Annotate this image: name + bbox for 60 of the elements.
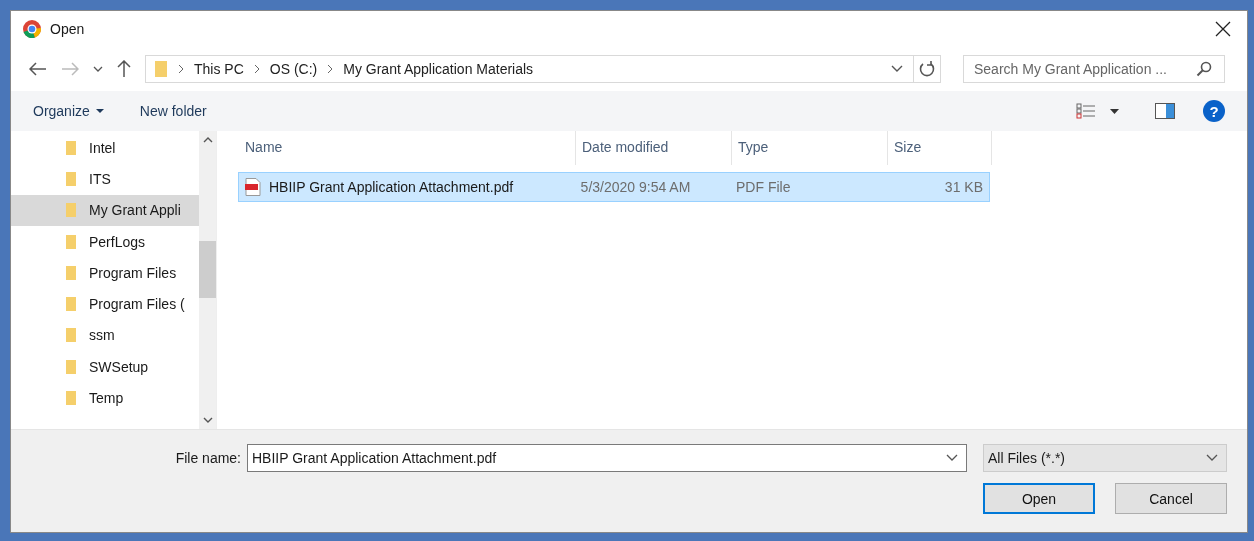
- folder-icon: [65, 296, 77, 313]
- folder-icon: [65, 170, 77, 187]
- chevron-down-icon[interactable]: [946, 454, 958, 462]
- file-name-field[interactable]: HBIIP Grant Application Attachment.pdf: [247, 444, 967, 472]
- folder-tree-item[interactable]: PerfLogs: [11, 225, 199, 258]
- address-bar[interactable]: This PC OS (C:) My Grant Application Materials: [145, 55, 941, 83]
- scroll-up-icon[interactable]: [202, 137, 213, 143]
- column-header[interactable]: Name: [239, 131, 576, 165]
- scroll-down-icon[interactable]: [202, 417, 213, 423]
- open-button[interactable]: Open: [983, 483, 1095, 514]
- scrollbar[interactable]: [199, 131, 216, 429]
- chevron-right-icon: [253, 64, 260, 74]
- dropdown-caret-icon: [95, 109, 104, 113]
- folder-icon: [65, 202, 77, 219]
- chevron-down-icon[interactable]: [1206, 454, 1218, 462]
- chevron-right-icon: [327, 64, 334, 74]
- folder-icon: [65, 139, 77, 156]
- close-icon[interactable]: [1215, 21, 1231, 37]
- help-button[interactable]: ?: [1203, 100, 1225, 122]
- view-list-icon[interactable]: [1076, 103, 1096, 119]
- browser-logo-icon: [22, 19, 42, 39]
- search-icon: [1196, 61, 1212, 77]
- folder-tree-item[interactable]: Program Files (: [11, 288, 199, 320]
- folder-tree-item[interactable]: ITS: [11, 163, 199, 195]
- chevron-down-icon[interactable]: [891, 65, 903, 73]
- column-header[interactable]: Date modified: [576, 131, 732, 165]
- refresh-icon[interactable]: [918, 60, 936, 78]
- file-name-label: File name:: [175, 450, 241, 466]
- pdf-file-icon: [245, 178, 261, 196]
- folder-icon: [65, 264, 77, 281]
- search-field[interactable]: Search My Grant Application ...: [963, 55, 1225, 83]
- folder-tree-item[interactable]: ssm: [11, 319, 199, 352]
- scrollbar-thumb[interactable]: [199, 241, 216, 298]
- breadcrumb[interactable]: This PC: [194, 61, 244, 77]
- back-arrow-icon[interactable]: [29, 62, 47, 76]
- folder-icon: [65, 327, 77, 344]
- breadcrumb[interactable]: OS (C:): [269, 61, 318, 77]
- chevron-down-icon[interactable]: [93, 66, 103, 72]
- dropdown-caret-icon[interactable]: [1110, 108, 1119, 114]
- file-row[interactable]: HBIIP Grant Application Attachment.pdf 5/3/2020 9:54 AM PDF File 31 KB: [239, 173, 989, 201]
- up-arrow-icon[interactable]: [117, 60, 131, 78]
- folder-tree-item[interactable]: Intel: [11, 132, 199, 164]
- window-title: Open: [50, 21, 85, 37]
- folder-icon: [65, 233, 77, 250]
- chevron-right-icon: [178, 64, 184, 74]
- folder-tree-item[interactable]: SWSetup: [11, 351, 199, 383]
- file-type-dropdown[interactable]: All Files (*.*): [983, 444, 1227, 472]
- folder-icon: [154, 60, 168, 78]
- column-header[interactable]: Size: [888, 131, 992, 165]
- column-header[interactable]: Type: [732, 131, 888, 165]
- folder-icon: [65, 390, 77, 406]
- folder-tree-item[interactable]: My Grant Appli: [11, 194, 199, 226]
- folder-icon: [65, 358, 77, 375]
- breadcrumb[interactable]: My Grant Application Materials: [343, 61, 534, 77]
- organize-menu[interactable]: Organize: [33, 103, 104, 119]
- folder-tree-item[interactable]: Program Files: [11, 257, 199, 289]
- cancel-button[interactable]: Cancel: [1115, 483, 1227, 514]
- new-folder-button[interactable]: New folder: [139, 103, 207, 119]
- folder-tree-item[interactable]: Temp: [11, 382, 199, 414]
- preview-pane-icon[interactable]: [1155, 103, 1175, 119]
